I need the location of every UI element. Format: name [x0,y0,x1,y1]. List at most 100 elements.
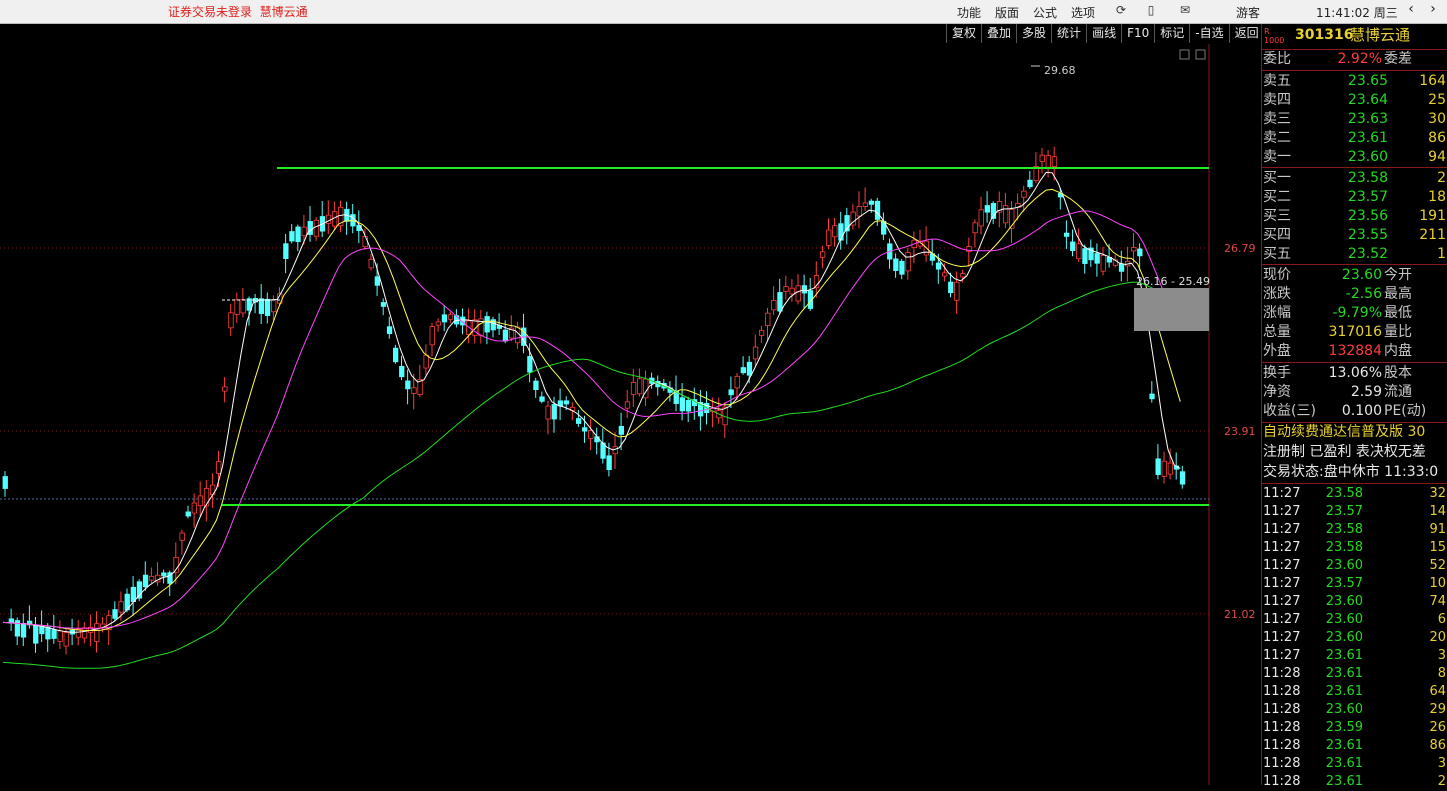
candlestick[interactable] [429,322,435,357]
candlestick[interactable] [826,218,832,250]
forward-icon[interactable]: › [1424,1,1442,17]
chart-maximize-icon[interactable] [1195,49,1206,60]
candlestick[interactable] [185,505,191,519]
bid-row[interactable]: 买五 23.52 1 [1262,245,1447,264]
candlestick[interactable] [26,605,33,629]
candlestick[interactable] [1045,150,1051,178]
tick-row[interactable]: 11:28 23.61 64 [1262,683,1447,701]
bid-row[interactable]: 买三 23.56 191 [1262,207,1447,226]
candlestick[interactable] [637,368,643,397]
bid-row[interactable]: 买一 23.58 2 [1262,169,1447,188]
candlestick[interactable] [685,396,692,423]
candlestick[interactable] [911,231,917,264]
candlestick[interactable] [832,217,838,247]
candlestick[interactable] [795,274,801,305]
candlestick[interactable] [325,200,332,235]
candlestick[interactable] [490,316,496,338]
tick-row[interactable]: 11:27 23.60 6 [1262,611,1447,629]
ask-row[interactable]: 卖五 23.65 164 [1262,72,1447,91]
candlestick[interactable] [277,287,283,306]
candlestick[interactable] [789,279,795,302]
bid-row[interactable]: 买四 23.55 211 [1262,226,1447,245]
candlestick[interactable] [533,377,539,398]
candlestick[interactable] [807,278,814,311]
login-status[interactable]: 证券交易未登录 慧博云通 [168,3,308,20]
candlestick[interactable] [887,238,893,269]
tick-row[interactable]: 11:27 23.60 52 [1262,557,1447,575]
candlestick[interactable] [1076,228,1082,262]
tick-row[interactable]: 11:28 23.61 86 [1262,737,1447,755]
candlestick[interactable] [771,286,777,315]
bid-row[interactable]: 买二 23.57 18 [1262,188,1447,207]
candlestick[interactable] [331,201,338,230]
toolbar-rights-button[interactable]: 复权 [946,24,981,43]
candlestick[interactable] [1070,229,1076,257]
candlestick[interactable] [392,344,399,364]
candlestick[interactable] [1027,171,1033,189]
candlestick[interactable] [515,321,521,350]
toolbar-draw-button[interactable]: 画线 [1086,24,1121,43]
candlestick[interactable] [1057,187,1064,210]
candlestick[interactable] [307,206,313,242]
mail-icon[interactable]: ✉ [1178,3,1192,17]
toolbar-back-button[interactable]: 返回 [1228,24,1264,43]
candlestick[interactable] [478,309,484,344]
tick-row[interactable]: 11:27 23.58 32 [1262,485,1447,503]
candlestick[interactable] [508,315,515,342]
candlestick[interactable] [2,471,8,497]
tick-row[interactable]: 11:27 23.58 91 [1262,521,1447,539]
candlestick[interactable] [94,611,100,653]
candlestick[interactable] [472,309,478,344]
candlestick[interactable] [655,375,661,396]
refresh-icon[interactable]: ⟳ [1114,3,1128,17]
candlestick[interactable] [441,305,448,332]
ask-row[interactable]: 卖三 23.63 30 [1262,110,1447,129]
candlestick[interactable] [1051,146,1058,181]
candlestick[interactable] [667,381,673,402]
candlestick[interactable] [386,316,393,339]
candlestick[interactable] [1155,444,1161,480]
candlestick[interactable] [856,191,862,229]
candlestick[interactable] [81,622,88,644]
candlestick[interactable] [862,187,868,211]
candlestick[interactable] [234,292,240,323]
candlestick[interactable] [752,334,759,366]
candlestick[interactable] [222,377,228,403]
candlestick[interactable] [295,224,301,252]
guest-label[interactable]: 游客 [1236,4,1260,21]
candlestick[interactable] [380,298,387,316]
candlestick[interactable] [576,409,582,427]
chart-zoom-icon[interactable] [1179,49,1190,60]
phone-icon[interactable]: ▯ [1144,3,1158,17]
ask-row[interactable]: 卖二 23.61 86 [1262,129,1447,148]
candlestick[interactable] [197,481,204,517]
candlestick[interactable] [600,428,606,464]
candlestick[interactable] [14,617,21,646]
candlestick[interactable] [148,567,155,584]
candlestick[interactable] [1161,451,1167,484]
candlestick[interactable] [20,613,27,646]
candlestick[interactable] [1039,147,1045,174]
candlestick[interactable] [643,370,649,407]
candlestick[interactable] [1082,244,1088,274]
candlestick[interactable] [344,201,350,235]
tick-row[interactable]: 11:28 23.61 2 [1262,773,1447,791]
ask-row[interactable]: 卖四 23.64 25 [1262,91,1447,110]
candlestick[interactable] [850,203,856,230]
menu-function[interactable]: 功能 [957,4,981,21]
candlestick[interactable] [1167,448,1173,480]
candlestick[interactable] [173,542,179,585]
toolbar-watchlist-button[interactable]: -自选 [1189,24,1228,43]
candlestick[interactable] [75,620,82,646]
candlestick[interactable] [1100,246,1106,276]
candlestick[interactable] [624,389,631,418]
candlestick[interactable] [673,375,679,412]
candlestick[interactable] [283,233,289,274]
candlestick[interactable] [972,219,978,248]
menu-options[interactable]: 选项 [1071,4,1095,21]
candlestick[interactable] [923,226,929,262]
candlestick[interactable] [447,311,454,324]
candlestick[interactable] [405,369,411,405]
tick-row[interactable]: 11:28 23.60 29 [1262,701,1447,719]
menu-layout[interactable]: 版面 [995,4,1019,21]
